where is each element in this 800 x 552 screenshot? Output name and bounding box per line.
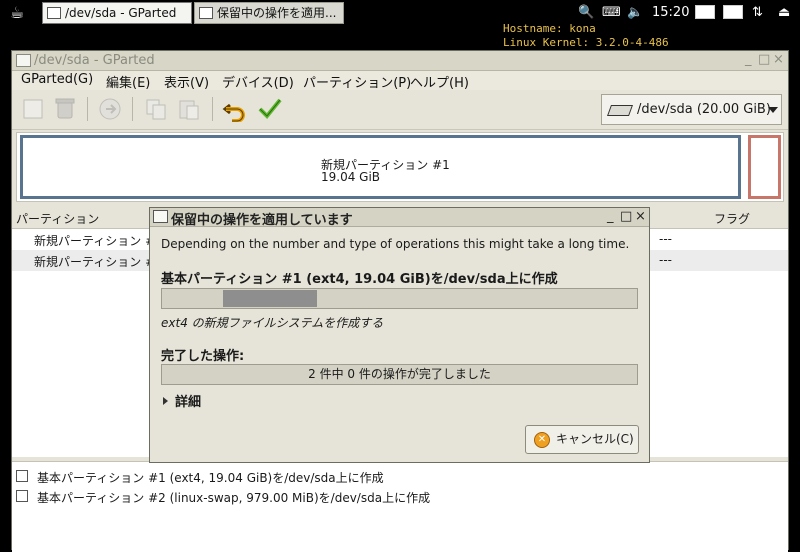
delete-icon[interactable] <box>52 96 78 122</box>
expander-arrow-icon <box>163 397 168 405</box>
menu-view[interactable]: 表示(V) <box>164 72 209 91</box>
apply-icon[interactable] <box>257 96 283 122</box>
network-icon[interactable]: ⇅ <box>752 3 763 23</box>
apply-operations-dialog: 保留中の操作を適用しています _ □ × Depending on the nu… <box>149 207 650 463</box>
volume-icon[interactable]: 🔈 <box>627 3 643 23</box>
progress-pulse <box>223 290 317 307</box>
search-icon[interactable]: 🔍 <box>578 3 594 23</box>
resize-icon[interactable] <box>97 96 123 122</box>
disk-icon <box>606 105 634 116</box>
window-icon[interactable] <box>723 5 743 19</box>
dialog-titlebar[interactable]: 保留中の操作を適用しています _ □ × <box>150 208 649 228</box>
maximize-button[interactable]: □ <box>758 52 770 67</box>
partition-cell: 新規パーティション #2 <box>34 255 163 269</box>
copy-icon[interactable] <box>143 96 169 122</box>
menu-edit[interactable]: 編集(E) <box>106 72 150 91</box>
partition-visual: 新規パーティション #1 19.04 GiB <box>16 132 784 202</box>
task-label: 保留中の操作を適用... <box>217 6 337 20</box>
chevron-down-icon <box>768 107 778 113</box>
gparted-icon <box>47 7 61 19</box>
completed-progress-bar: 2 件中 0 件の操作が完了しました <box>161 364 638 385</box>
close-button[interactable]: × <box>635 209 646 224</box>
window-icon[interactable] <box>695 5 715 19</box>
operation-icon <box>16 470 28 482</box>
operation-icon <box>16 490 28 502</box>
desktop-info: Hostname: kona Linux Kernel: 3.2.0-4-486 <box>503 22 669 50</box>
column-flags[interactable]: フラグ <box>714 210 750 227</box>
sub-status: ext4 の新規ファイルシステムを作成する <box>161 316 384 330</box>
task-gparted-main[interactable]: /dev/sda - GParted <box>42 2 192 24</box>
window-titlebar[interactable]: /dev/sda - GParted _ □ × <box>12 51 788 71</box>
operation-text: 基本パーティション #1 (ext4, 19.04 GiB)を/dev/sda上… <box>37 471 384 485</box>
device-select[interactable]: /dev/sda (20.00 GiB) <box>601 94 782 125</box>
cancel-icon: ✕ <box>534 432 550 448</box>
gparted-icon <box>153 210 168 223</box>
details-label: 詳細 <box>175 395 202 410</box>
minimize-button[interactable]: _ <box>607 209 614 224</box>
pending-operations-list: 基本パーティション #1 (ext4, 19.04 GiB)を/dev/sda上… <box>12 461 788 552</box>
new-icon[interactable] <box>20 96 46 122</box>
column-partition[interactable]: パーティション <box>16 210 99 227</box>
minimize-button[interactable]: _ <box>745 52 752 67</box>
menu-partition[interactable]: パーティション(P) <box>303 72 411 91</box>
gparted-icon <box>199 7 213 19</box>
device-select-label: /dev/sda (20.00 GiB) <box>637 102 771 117</box>
partition-block-swap[interactable] <box>748 135 781 199</box>
completed-progress-text: 2 件中 0 件の操作が完了しました <box>308 367 491 381</box>
cancel-button[interactable]: ✕ キャンセル(C) <box>525 425 639 454</box>
menu-device[interactable]: デバイス(D) <box>222 72 294 91</box>
keyboard-icon[interactable]: ⌨ <box>602 3 621 23</box>
current-operation: 基本パーティション #1 (ext4, 19.04 GiB)を/dev/sda上… <box>161 272 558 287</box>
gparted-icon <box>16 54 31 67</box>
partition-block-main[interactable]: 新規パーティション #1 19.04 GiB <box>20 135 741 199</box>
menu-gparted[interactable]: GParted(G) <box>21 72 93 87</box>
menubar: GParted(G) 編集(E) 表示(V) デバイス(D) パーティション(P… <box>12 71 788 91</box>
hostname-text: Hostname: kona <box>503 22 596 35</box>
dialog-title: 保留中の操作を適用しています <box>171 213 353 228</box>
flags-cell: --- <box>659 232 672 246</box>
kernel-text: Linux Kernel: 3.2.0-4-486 <box>503 36 669 49</box>
cancel-label: キャンセル(C) <box>556 432 634 446</box>
logout-icon[interactable]: ⏏ <box>778 3 790 23</box>
task-apply-dialog[interactable]: 保留中の操作を適用... <box>194 2 344 24</box>
dialog-description: Depending on the number and type of oper… <box>161 237 630 251</box>
operation-text: 基本パーティション #2 (linux-swap, 979.00 MiB)を/d… <box>37 491 431 505</box>
undo-icon[interactable] <box>222 96 248 123</box>
paste-icon[interactable] <box>176 96 202 122</box>
close-button[interactable]: × <box>773 52 784 67</box>
partition-size: 19.04 GiB <box>321 170 381 184</box>
menu-help[interactable]: ヘルプ(H) <box>410 72 469 91</box>
teacup-icon[interactable]: ☕ <box>2 2 32 24</box>
operation-progress-bar <box>161 288 638 309</box>
details-expander[interactable]: 詳細 <box>163 391 201 410</box>
flags-cell: --- <box>659 253 672 267</box>
completed-label: 完了した操作: <box>161 349 245 364</box>
window-title: /dev/sda - GParted <box>34 53 155 68</box>
maximize-button[interactable]: □ <box>620 209 632 224</box>
partition-cell: 新規パーティション #1 <box>34 234 163 248</box>
task-label: /dev/sda - GParted <box>65 6 177 20</box>
clock[interactable]: 15:20 <box>652 3 689 23</box>
taskbar: ☕ /dev/sda - GParted 保留中の操作を適用... 🔍 ⌨ 🔈 … <box>0 0 800 26</box>
toolbar: /dev/sda (20.00 GiB) <box>12 91 788 130</box>
